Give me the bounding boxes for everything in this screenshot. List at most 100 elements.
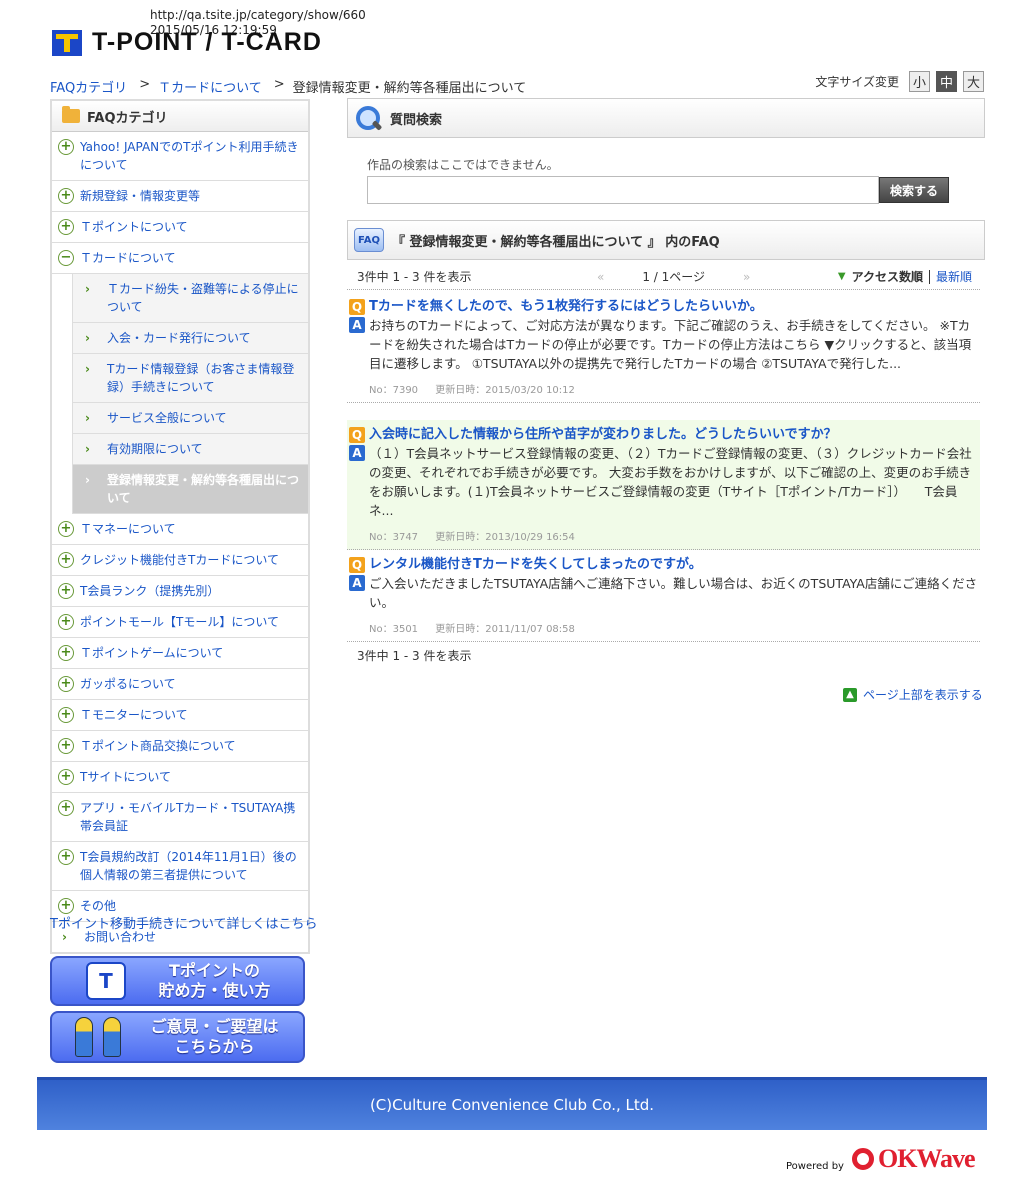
faq-answer-text: お持ちのTカードによって、ご対応方法が異なります。下記ご確認のうえ、お手続きをし…	[369, 318, 972, 371]
sidebar-item-t-site[interactable]: + Tサイトについて	[52, 762, 308, 793]
font-size-switcher: 文字サイズ変更 小 中 大	[815, 71, 984, 92]
expand-plus-icon[interactable]: +	[58, 707, 74, 723]
t-point-hand-icon: T	[86, 962, 126, 1000]
sidebar-item-monitor[interactable]: + Ｔモニターについて	[52, 700, 308, 731]
breadcrumb-separator: >	[139, 77, 151, 92]
expand-plus-icon[interactable]: +	[58, 769, 74, 785]
sidebar-item-terms[interactable]: + T会員規約改訂（2014年11月1日）後の個人情報の第三者提供について	[52, 842, 308, 891]
result-count: 3件中 1 - 3 件を表示	[357, 270, 472, 284]
question-icon: Q	[349, 299, 365, 315]
page-top-link[interactable]: ▲ ページ上部を表示する	[843, 686, 983, 703]
faq-question-link[interactable]: 入会時に記入した情報から住所や苗字が変わりました。どうしたらいいですか？	[369, 426, 837, 444]
faq-meta: No：3501 更新日時：2011/11/07 08:58	[369, 620, 978, 635]
expand-plus-icon[interactable]: +	[58, 188, 74, 204]
arrow-up-icon: ▲	[843, 687, 857, 702]
sidebar-item-label: Tカード情報登録（お客さま情報登録）手続きについて	[107, 362, 295, 394]
point-transfer-link[interactable]: Tポイント移動手続きについて詳しくはこちら	[50, 914, 330, 935]
sort-access-count[interactable]: アクセス数順	[852, 268, 923, 285]
sidebar-subitem-join[interactable]: › 入会・カード発行について	[73, 323, 308, 354]
sidebar-item-label: Ｔマネーについて	[80, 522, 176, 536]
sidebar-item-mall[interactable]: + ポイントモール【Tモール】について	[52, 607, 308, 638]
sidebar-item-label: ポイントモール【Tモール】について	[80, 615, 279, 629]
sort-newest[interactable]: 最新順	[936, 268, 972, 285]
expand-plus-icon[interactable]: +	[58, 521, 74, 537]
sidebar-item-label: ガッポるについて	[80, 677, 176, 691]
faq-answer-row: A お持ちのTカードによって、ご対応方法が異なります。下記ご確認のうえ、お手続き…	[349, 316, 978, 373]
breadcrumb-faq-category[interactable]: FAQカテゴリ	[50, 77, 127, 96]
copyright-text: (C)Culture Convenience Club Co., Ltd.	[369, 1096, 655, 1114]
answer-icon: A	[349, 575, 365, 591]
sidebar-item-rank[interactable]: + T会員ランク（提携先別）	[52, 576, 308, 607]
search-button[interactable]: 検索する	[879, 177, 949, 203]
kid-figure-icon	[75, 1017, 93, 1057]
sidebar-item-game[interactable]: + Ｔポイントゲームについて	[52, 638, 308, 669]
breadcrumb-t-card[interactable]: Ｔカードについて	[158, 77, 262, 96]
sidebar-subitem-lost[interactable]: › Ｔカード紛失・盗難等による停止について	[73, 274, 308, 323]
search-input[interactable]	[367, 176, 879, 204]
expand-plus-icon[interactable]: +	[58, 139, 74, 155]
expand-plus-icon[interactable]: +	[58, 219, 74, 235]
sidebar-item-label: Ｔモニターについて	[80, 708, 188, 722]
font-size-label: 文字サイズ変更	[815, 75, 899, 89]
font-size-small-button[interactable]: 小	[909, 71, 930, 92]
sidebar-item-credit[interactable]: + クレジット機能付きTカードについて	[52, 545, 308, 576]
sidebar-item-t-money[interactable]: + Ｔマネーについて	[52, 514, 308, 545]
sidebar-item-label: Ｔカード紛失・盗難等による停止について	[107, 282, 299, 314]
breadcrumb-current: 登録情報変更・解約等各種届出について	[292, 81, 527, 96]
expand-plus-icon[interactable]: +	[58, 614, 74, 630]
sidebar-title: FAQカテゴリ	[87, 110, 168, 126]
sidebar-item-yahoo[interactable]: + Yahoo! JAPANでのTポイント利用手続きについて	[52, 132, 308, 181]
expand-plus-icon[interactable]: +	[58, 800, 74, 816]
sidebar-item-app[interactable]: + アプリ・モバイルTカード・TSUTAYA携帯会員証	[52, 793, 308, 842]
page-indicator: 1 / 1ページ	[642, 270, 706, 284]
sidebar-item-t-card[interactable]: − Ｔカードについて	[52, 243, 308, 274]
okwave-logo[interactable]: OKWave	[851, 1144, 976, 1174]
expand-plus-icon[interactable]: +	[58, 645, 74, 661]
site-logo[interactable]: T-POINT / T-CARD	[52, 28, 322, 57]
kids-icon	[70, 1016, 126, 1058]
sidebar-item-registration[interactable]: + 新規登録・情報変更等	[52, 181, 308, 212]
font-size-medium-button[interactable]: 中	[936, 71, 957, 92]
sidebar-subitem-service[interactable]: › サービス全般について	[73, 403, 308, 434]
font-size-large-button[interactable]: 大	[963, 71, 984, 92]
sidebar-subitem-expiry[interactable]: › 有効期限について	[73, 434, 308, 465]
okwave-brand: OKWave	[877, 1144, 976, 1173]
search-note: 作品の検索はここではできません。	[367, 158, 559, 172]
sidebar-subitem-current[interactable]: › 登録情報変更・解約等各種届出について	[73, 465, 308, 514]
sidebar-item-label: 新規登録・情報変更等	[80, 189, 201, 203]
breadcrumb-separator: >	[273, 77, 285, 92]
expand-plus-icon[interactable]: +	[58, 738, 74, 754]
sidebar-item-label: Ｔポイントゲームについて	[80, 646, 224, 660]
faq-pager: 3件中 1 - 3 件を表示 « 1 / 1ページ » ▼ アクセス数順 最新順	[347, 264, 980, 290]
expand-plus-icon[interactable]: +	[58, 898, 74, 914]
faq-question-link[interactable]: Tカードを無くしたので、もう1枚発行するにはどうしたらいいか。	[369, 298, 763, 316]
sidebar-item-label: その他	[80, 899, 117, 913]
sidebar-item-label: Ｔカードについて	[80, 251, 176, 265]
faq-number: No：7390	[369, 385, 419, 396]
banner-line-1: ご意見・ご要望は	[150, 1017, 279, 1036]
how-to-use-banner[interactable]: T Tポイントの 貯め方・使い方	[50, 956, 305, 1006]
faq-question-link[interactable]: レンタル機能付きTカードを失くしてしまったのですが。	[369, 556, 702, 574]
chevron-right-icon: ›	[85, 442, 90, 456]
sidebar-subitem-info-registration[interactable]: › Tカード情報登録（お客さま情報登録）手続きについて	[73, 354, 308, 403]
answer-icon: A	[349, 445, 365, 461]
sidebar-item-label: T会員規約改訂（2014年11月1日）後の個人情報の第三者提供について	[80, 850, 297, 882]
sidebar-item-t-point[interactable]: + Ｔポイントについて	[52, 212, 308, 243]
sidebar-item-gapporu[interactable]: + ガッポるについて	[52, 669, 308, 700]
expand-plus-icon[interactable]: +	[58, 676, 74, 692]
faq-updated: 更新日時：2011/11/07 08:58	[435, 624, 575, 635]
collapse-minus-icon[interactable]: −	[58, 250, 74, 266]
faq-answer-text: ご入会いただきましたTSUTAYA店舗へご連絡下さい。難しい場合は、お近くのTS…	[369, 576, 978, 610]
page-top-label: ページ上部を表示する	[863, 688, 983, 702]
faq-panel-header: FAQ 『 登録情報変更・解約等各種届出について 』 内のFAQ	[347, 220, 985, 260]
folder-icon	[62, 106, 80, 123]
feedback-banner[interactable]: ご意見・ご要望は こちらから	[50, 1011, 305, 1063]
next-page-button[interactable]: »	[743, 270, 750, 284]
faq-question-row: Q Tカードを無くしたので、もう1枚発行するにはどうしたらいいか。	[349, 298, 978, 316]
expand-plus-icon[interactable]: +	[58, 583, 74, 599]
sidebar-item-exchange[interactable]: + Ｔポイント商品交換について	[52, 731, 308, 762]
chevron-right-icon: ›	[85, 282, 90, 296]
prev-page-button[interactable]: «	[597, 270, 604, 284]
expand-plus-icon[interactable]: +	[58, 849, 74, 865]
expand-plus-icon[interactable]: +	[58, 552, 74, 568]
